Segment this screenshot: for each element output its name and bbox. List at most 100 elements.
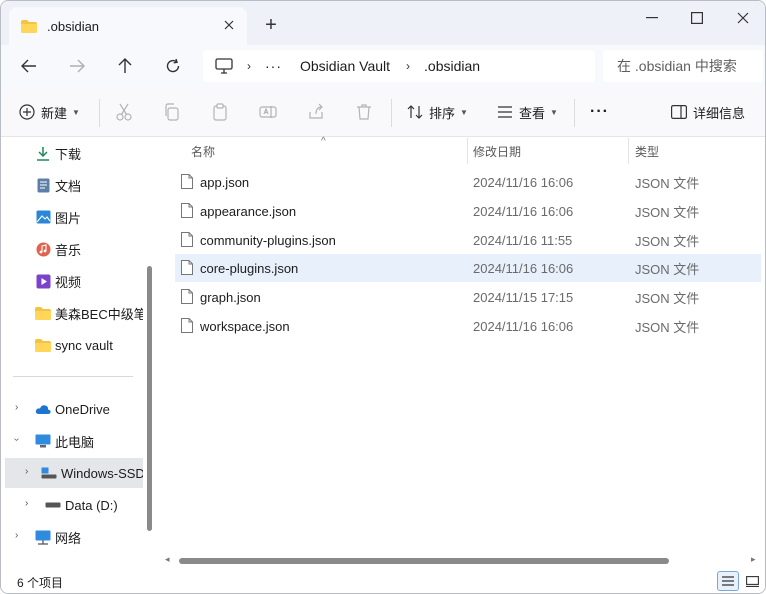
chevron-down-icon: ▼ (550, 107, 558, 117)
maximize-button[interactable] (684, 7, 710, 29)
plus-circle-icon (19, 104, 35, 120)
tiles-view-icon (745, 575, 759, 587)
breadcrumb-obsidian-vault[interactable]: Obsidian Vault (300, 58, 390, 74)
forward-button[interactable] (65, 54, 89, 78)
up-button[interactable] (113, 54, 137, 78)
computer-icon (215, 58, 233, 74)
tab-obsidian[interactable]: .obsidian (9, 7, 247, 45)
folder-icon (21, 19, 37, 33)
share-button[interactable] (307, 100, 325, 124)
delete-button[interactable] (355, 100, 373, 124)
file-name: app.json (200, 174, 250, 190)
chevron-right-icon[interactable]: › (25, 466, 28, 477)
sidebar-item-label: 下载 (55, 146, 82, 162)
chevron-down-icon: ▼ (460, 107, 468, 117)
details-view-icon (722, 576, 734, 586)
scroll-right-icon[interactable]: ▸ (751, 554, 756, 565)
sidebar-scrollbar-thumb[interactable] (147, 266, 152, 531)
document-icon (35, 177, 51, 193)
download-icon (35, 145, 51, 161)
more-options-button[interactable]: ··· (590, 100, 609, 124)
file-icon (181, 289, 193, 304)
minimize-button[interactable] (639, 7, 665, 29)
sidebar-divider (13, 376, 133, 377)
breadcrumb-obsidian[interactable]: .obsidian (424, 58, 480, 74)
copy-button[interactable] (163, 100, 181, 124)
file-row[interactable]: workspace.json 2024/11/16 16:06 JSON 文件 (175, 312, 761, 340)
chevron-right-icon[interactable]: › (15, 530, 18, 541)
address-row: › ··· Obsidian Vault › .obsidian 在 .obsi… (1, 45, 765, 87)
column-divider[interactable] (628, 138, 629, 164)
file-list-pane: ^ 名称 修改日期 类型 app.json 2024/11/16 16:06 J… (159, 136, 765, 568)
refresh-button[interactable] (161, 54, 185, 78)
file-row[interactable]: community-plugins.json 2024/11/16 11:55 … (175, 226, 761, 254)
file-row-hovered[interactable]: core-plugins.json 2024/11/16 16:06 JSON … (175, 254, 761, 282)
minimize-icon (646, 17, 658, 19)
tab-close-icon[interactable] (221, 17, 237, 33)
file-row[interactable]: app.json 2024/11/16 16:06 JSON 文件 (175, 168, 761, 196)
details-pane-icon (671, 105, 687, 119)
file-row[interactable]: appearance.json 2024/11/16 16:06 JSON 文件 (175, 197, 761, 225)
close-icon (737, 12, 749, 24)
chevron-right-icon[interactable]: › (25, 498, 28, 509)
file-name: workspace.json (200, 318, 290, 334)
details-view-button[interactable] (717, 571, 739, 591)
file-modified: 2024/11/15 17:15 (473, 289, 574, 305)
scroll-left-icon[interactable]: ◂ (165, 554, 170, 565)
column-divider[interactable] (467, 138, 468, 164)
video-icon (35, 273, 51, 289)
chevron-down-icon[interactable]: › (11, 438, 22, 441)
status-bar: 6 个项目 (1, 568, 765, 593)
sort-button[interactable]: 排序 ▼ (407, 100, 468, 124)
column-header-modified[interactable]: 修改日期 (473, 138, 623, 164)
horizontal-scrollbar-thumb[interactable] (179, 558, 669, 564)
view-button[interactable]: 查看 ▼ (497, 100, 558, 124)
search-input[interactable]: 在 .obsidian 中搜索 (603, 50, 763, 82)
rename-button[interactable] (259, 100, 277, 124)
music-icon (35, 241, 51, 257)
view-label: 查看 (519, 105, 546, 121)
paste-button[interactable] (211, 100, 229, 124)
network-icon (35, 529, 51, 545)
arrow-left-icon (21, 59, 36, 73)
column-header-label: 修改日期 (473, 144, 522, 159)
sidebar-item-label: 图片 (55, 210, 82, 226)
file-type: JSON 文件 (635, 175, 700, 191)
sidebar-item-label: 音乐 (55, 242, 82, 258)
sort-icon (407, 105, 423, 119)
sidebar-item-label: 美森BEC中级笔记 (55, 306, 143, 322)
breadcrumb-overflow-button[interactable]: ··· (265, 58, 282, 74)
chevron-right-icon[interactable]: › (15, 402, 18, 413)
drive-icon (41, 465, 57, 481)
file-modified: 2024/11/16 16:06 (473, 203, 574, 219)
sidebar-item-label: 视频 (55, 274, 82, 290)
column-header-name[interactable]: 名称 (191, 138, 461, 164)
file-row[interactable]: graph.json 2024/11/15 17:15 JSON 文件 (175, 283, 761, 311)
address-bar[interactable]: › ··· Obsidian Vault › .obsidian (203, 50, 595, 82)
breadcrumb-separator: › (247, 59, 251, 73)
file-icon (181, 232, 193, 247)
close-window-button[interactable] (730, 7, 756, 29)
new-label: 新建 (41, 105, 68, 121)
new-button[interactable]: 新建 ▼ (19, 100, 80, 124)
column-header-type[interactable]: 类型 (635, 138, 755, 164)
file-modified: 2024/11/16 16:06 (473, 318, 574, 334)
plus-icon: + (265, 14, 277, 36)
item-count: 6 个项目 (17, 576, 64, 590)
cut-button[interactable] (115, 100, 133, 124)
new-tab-button[interactable]: + (261, 15, 281, 35)
file-icon (181, 318, 193, 333)
file-type: JSON 文件 (635, 290, 700, 306)
file-modified: 2024/11/16 11:55 (473, 232, 573, 248)
back-button[interactable] (17, 54, 41, 78)
details-pane-button[interactable]: 详细信息 (671, 100, 745, 124)
sort-label: 排序 (429, 105, 456, 121)
share-icon (309, 103, 323, 119)
sidebar-item-bec-notes[interactable]: 美森BEC中级笔记 (35, 298, 143, 328)
sidebar-item-label: Windows-SSD (61, 465, 143, 481)
rename-icon (259, 106, 277, 118)
file-type: JSON 文件 (635, 204, 700, 220)
folder-icon (35, 305, 51, 321)
toolbar-divider (391, 99, 392, 127)
tiles-view-button[interactable] (741, 571, 763, 591)
